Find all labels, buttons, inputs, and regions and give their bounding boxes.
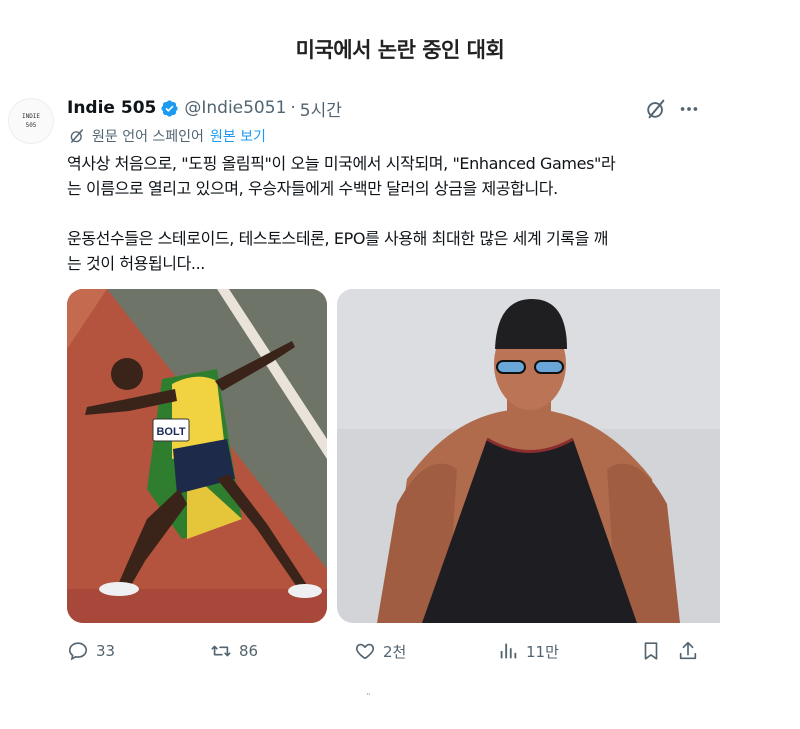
grok-icon[interactable]	[645, 98, 667, 120]
verified-badge-icon	[161, 99, 178, 117]
heart-icon	[355, 643, 375, 660]
retweet-button[interactable]: 86	[210, 639, 258, 663]
share-icon	[679, 641, 697, 660]
retweet-count: 86	[239, 642, 259, 660]
display-name[interactable]: Indie 505	[67, 98, 156, 118]
bookmark-icon	[644, 642, 658, 660]
bib-text: BOLT	[156, 426, 185, 438]
reply-button[interactable]: 33	[67, 639, 115, 663]
sprinter-photo-illustration: BOLT	[67, 289, 327, 623]
swimmer-photo-illustration	[337, 289, 720, 623]
tweet-text: 역사상 처음으로, "도핑 올림픽"이 오늘 미국에서 시작되며, "Enhan…	[67, 151, 707, 276]
avatar-text-line2: 505	[25, 122, 37, 129]
more-icon[interactable]	[678, 98, 700, 120]
handle[interactable]: @Indie5051	[184, 98, 286, 118]
avatar[interactable]: INDIE 505	[8, 98, 54, 144]
retweet-icon	[211, 645, 231, 657]
views-icon	[500, 643, 517, 659]
tweet-actions: 33 86 2천 11만	[67, 639, 707, 663]
timestamp[interactable]: 5시간	[300, 96, 342, 121]
translate-icon	[70, 129, 83, 143]
tweet-text-line: 역사상 처음으로, "도핑 올림픽"이 오늘 미국에서 시작되며, "Enhan…	[67, 154, 616, 173]
show-original-link[interactable]: 원본 보기	[210, 126, 266, 146]
bookmark-button[interactable]	[640, 639, 662, 663]
tweet-text-line: 운동선수들은 스테로이드, 테스토스테론, EPO를 사용해 최대한 많은 세계…	[67, 229, 608, 248]
tweet-header: Indie 505 @Indie5051 · 5시간	[67, 96, 342, 121]
translation-row: 원문 언어 스페인어 원본 보기	[68, 126, 266, 146]
page-title: 미국에서 논란 중인 대회	[295, 38, 505, 62]
tweet-text-line: 는 이름으로 열리고 있으며, 우승자들에게 수백만 달러의 상금을 제공합니다…	[67, 179, 558, 198]
share-button[interactable]	[677, 639, 699, 663]
separator: ·	[290, 98, 296, 118]
like-button[interactable]: 2천	[354, 639, 406, 663]
reply-count: 33	[96, 642, 116, 660]
translation-note: 원문 언어 스페인어	[92, 129, 204, 145]
tweet-card[interactable]: INDIE 505 Indie 505 @Indie5051 · 5시간 원문 …	[0, 86, 720, 676]
views-count: 11만	[526, 642, 559, 661]
tweet-photo-swimmer[interactable]	[337, 289, 720, 623]
tweet-text-line: 는 것이 허용됩니다...	[67, 254, 205, 273]
like-count: 2천	[383, 642, 407, 661]
footer-mark: ¨	[366, 693, 371, 704]
views-button[interactable]: 11만	[497, 639, 559, 663]
reply-icon	[68, 642, 88, 661]
avatar-text-line1: INDIE	[21, 113, 41, 120]
tweet-photo-sprinter[interactable]: BOLT	[67, 289, 327, 623]
